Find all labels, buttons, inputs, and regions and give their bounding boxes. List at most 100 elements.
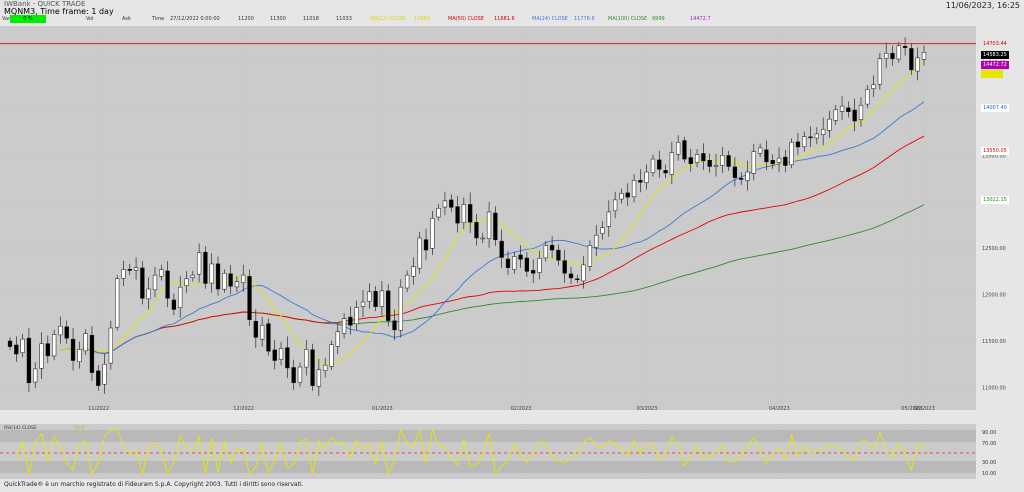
y-tick-label: 11500.00 <box>982 339 1006 345</box>
candle-body <box>196 252 202 275</box>
candle-body <box>26 337 32 384</box>
footer-copyright: QuickTrade® è un marchio registrato di F… <box>4 481 304 488</box>
candle-body <box>568 273 574 279</box>
candle-body <box>341 318 347 334</box>
ma100-label: MA(100) CLOSE <box>608 16 648 22</box>
price-tag: 13550.05 <box>981 146 1009 155</box>
candle-body <box>442 200 448 208</box>
candle-body <box>102 363 107 385</box>
ma100-value: 9999 <box>652 16 665 22</box>
candle-body <box>379 290 385 307</box>
price-chart[interactable]: 14500.0014000.0013500.0013000.0012500.00… <box>0 26 1024 410</box>
candle-body <box>783 156 788 166</box>
high-value: 11300 <box>270 16 286 22</box>
candle-body <box>694 154 700 163</box>
candle-body <box>430 218 435 249</box>
candle-body <box>921 52 927 60</box>
candle-body <box>480 237 485 240</box>
candle-body <box>348 316 353 326</box>
candle-body <box>512 256 517 270</box>
candle-body <box>814 133 819 139</box>
candle-body <box>732 166 738 178</box>
candle-body <box>354 307 359 325</box>
candle-body <box>531 270 536 274</box>
candle-body <box>701 153 706 162</box>
candle-body <box>14 344 19 355</box>
candle-body <box>915 57 920 72</box>
candle-body <box>884 52 889 59</box>
candle-body <box>241 274 246 283</box>
candle-body <box>45 343 50 357</box>
x-tick-label: 11/2022 <box>88 406 109 410</box>
candle-body <box>285 347 290 369</box>
candle-body <box>423 239 429 251</box>
candle-body <box>739 178 744 180</box>
change-badge: 0 % <box>10 15 46 23</box>
candle-body <box>619 193 624 200</box>
osc-value: 51.6 <box>74 425 84 431</box>
candle-body <box>58 325 63 336</box>
candle-body <box>789 142 794 166</box>
candle-body <box>770 160 775 164</box>
price-tag: 14703.44 <box>983 40 1007 47</box>
price-tag: 14583.25 <box>981 50 1009 59</box>
candle-body <box>625 192 630 198</box>
candle-body <box>291 367 296 384</box>
y-tick-label: 12000.00 <box>982 293 1006 299</box>
candle-body <box>707 160 712 167</box>
candle-body <box>562 260 567 274</box>
candle-body <box>165 270 170 299</box>
candle-body <box>64 326 69 339</box>
candle-body <box>360 301 366 307</box>
candle-body <box>581 264 586 282</box>
candle-body <box>404 274 410 289</box>
candle-body <box>537 258 542 273</box>
x-tick-label: 01/2023 <box>372 406 393 410</box>
candle-body <box>70 338 76 361</box>
time-label: Time <box>152 16 165 22</box>
candle-body <box>650 158 656 173</box>
candle-body <box>676 142 681 155</box>
price-tag: 13022.15 <box>981 195 1009 204</box>
candle-body <box>682 140 687 160</box>
candle-body <box>436 208 441 218</box>
candle-body <box>865 89 870 105</box>
candle-body <box>329 344 334 367</box>
candle-body <box>203 251 208 284</box>
price-tag <box>981 69 1003 78</box>
candle-body <box>896 45 901 60</box>
candle-body <box>505 258 511 268</box>
low-value: 11018 <box>303 16 319 22</box>
candle-body <box>259 324 265 340</box>
candle-body <box>556 249 561 261</box>
candle-body <box>493 212 498 241</box>
osc-label: RSI(14) CLOSE <box>4 425 37 431</box>
osc-level-10: 10.00 <box>982 471 996 477</box>
candle-body <box>316 369 322 387</box>
candle-body <box>795 141 801 148</box>
candle-body <box>461 204 466 223</box>
candle-body <box>720 155 725 166</box>
ma24-value: 11776.6 <box>574 16 595 22</box>
x-tick-label: 04/2023 <box>769 406 790 410</box>
ma12-value: 13984 <box>414 16 430 22</box>
candle-body <box>486 211 492 239</box>
candle-body <box>776 157 782 163</box>
candle-body <box>726 155 731 167</box>
candle-body <box>871 84 876 89</box>
candle-body <box>417 237 422 269</box>
osc-level-90: 90.00 <box>982 430 996 436</box>
candle-body <box>631 180 637 198</box>
candle-body <box>606 211 611 227</box>
candle-body <box>600 227 605 234</box>
candle-body <box>121 269 126 279</box>
candle-body <box>228 273 233 287</box>
x-tick-label: 02/2023 <box>511 406 532 410</box>
candle-body <box>247 276 252 320</box>
candle-body <box>222 272 227 290</box>
candle-body <box>833 109 838 121</box>
candle-body <box>518 254 523 260</box>
candle-body <box>386 290 391 321</box>
candle-body <box>808 136 813 139</box>
oscillator-panel[interactable]: RSI(14) CLOSE 51.6 90.00 70.00 30.00 10.… <box>0 424 1024 479</box>
